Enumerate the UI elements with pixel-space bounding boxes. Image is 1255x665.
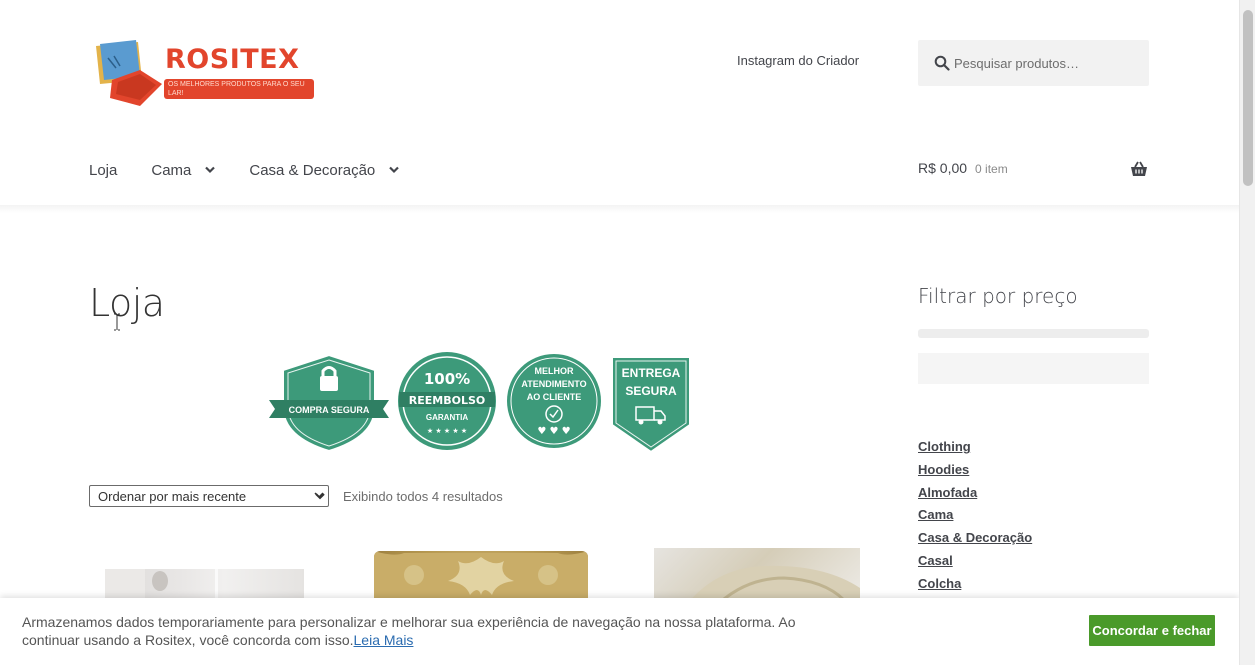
category-link[interactable]: Casa & Decoração — [918, 530, 1032, 545]
badge-text: MELHOR — [535, 366, 574, 376]
instagram-link[interactable]: Instagram do Criador — [737, 53, 859, 68]
atendimento-badge: MELHOR ATENDIMENTO AO CLIENTE ♥ ♥ ♥ — [507, 354, 601, 448]
price-filter-box — [918, 353, 1149, 384]
nav-item-cama[interactable]: Cama — [151, 161, 216, 179]
price-range-slider[interactable] — [918, 329, 1149, 338]
badge-text: AO CLIENTE — [527, 392, 582, 402]
page-scrollbar[interactable] — [1239, 0, 1255, 665]
nav-item-label: Cama — [151, 161, 192, 179]
category-link[interactable]: Colcha — [918, 576, 961, 591]
site-logo[interactable]: ROSITEX OS MELHORES PRODUTOS PARA O SEU … — [90, 40, 320, 110]
product-search — [918, 40, 1149, 86]
trust-badges: COMPRA SEGURA 100% REEMBOLSO GARANTIA ★ … — [269, 352, 691, 454]
price-filter-title: Filtrar por preço — [918, 284, 1078, 308]
scrollbar-thumb[interactable] — [1243, 10, 1253, 186]
cookie-text-wrap: Armazenamos dados temporariamente para p… — [22, 613, 852, 649]
category-link[interactable]: Almofada — [918, 485, 977, 500]
nav-item-label: Loja — [89, 161, 118, 179]
badge-text: GARANTIA — [426, 413, 468, 422]
brand-name: ROSITEX — [165, 44, 300, 75]
category-list: Clothing Hoodies Almofada Cama Casa & De… — [918, 439, 1032, 599]
badge-text: ATENDIMENTO — [521, 379, 586, 389]
category-link[interactable]: Cama — [918, 507, 953, 522]
page-title: Loja — [89, 281, 165, 325]
product-photo — [374, 551, 588, 601]
header-divider — [0, 205, 1239, 213]
list-item: Casal — [918, 553, 1032, 576]
badge-text: REEMBOLSO — [409, 394, 485, 407]
brand-tagline: OS MELHORES PRODUTOS PARA O SEU LAR! — [164, 79, 314, 99]
entrega-segura-badge: ENTREGA SEGURA — [611, 356, 691, 454]
basket-icon[interactable] — [1130, 161, 1148, 177]
category-link[interactable]: Clothing — [918, 439, 971, 454]
chevron-down-icon — [205, 166, 216, 174]
list-item: Colcha — [918, 576, 1032, 599]
list-item: Almofada — [918, 485, 1032, 508]
cart-summary[interactable]: R$ 0,00 0 item — [918, 160, 1008, 176]
nav-item-label: Casa & Decoração — [249, 161, 376, 179]
accept-cookies-button[interactable]: Concordar e fechar — [1089, 615, 1215, 646]
list-item: Clothing — [918, 439, 1032, 462]
badge-text: 100% — [424, 370, 470, 388]
compra-segura-badge: COMPRA SEGURA — [269, 353, 389, 453]
cookie-notice: Armazenamos dados temporariamente para p… — [0, 598, 1239, 665]
svg-text:♥ ♥ ♥: ♥ ♥ ♥ — [537, 426, 570, 437]
nav-item-loja[interactable]: Loja — [89, 162, 117, 179]
sort-select[interactable]: Ordenar por mais recente — [89, 485, 329, 507]
list-item: Casa & Decoração — [918, 530, 1032, 553]
read-more-link[interactable]: Leia Mais — [354, 632, 414, 648]
chevron-down-icon — [389, 166, 400, 174]
badge-text: COMPRA SEGURA — [289, 405, 370, 415]
list-item: Hoodies — [918, 462, 1032, 485]
cart-total: R$ 0,00 — [918, 160, 968, 176]
result-count: Exibindo todos 4 resultados — [343, 489, 503, 504]
product-image[interactable] — [374, 551, 588, 601]
cart-count: 0 item — [975, 162, 1008, 176]
category-link[interactable]: Hoodies — [918, 462, 969, 477]
category-link[interactable]: Casal — [918, 553, 953, 568]
search-icon[interactable] — [934, 55, 950, 71]
pillows-logo-icon — [96, 40, 162, 106]
reembolso-badge: 100% REEMBOLSO GARANTIA ★ ★ ★ ★ ★ — [398, 352, 496, 450]
badge-text: SEGURA — [625, 384, 677, 398]
badge-text: ENTREGA — [622, 366, 681, 380]
nav-item-casa-decoracao[interactable]: Casa & Decoração — [249, 161, 400, 179]
list-item: Cama — [918, 507, 1032, 530]
primary-nav: Loja Cama Casa & Decoração — [89, 159, 433, 181]
svg-text:★ ★ ★ ★ ★: ★ ★ ★ ★ ★ — [427, 427, 467, 435]
text-cursor-icon — [114, 313, 120, 331]
search-input[interactable] — [954, 40, 1144, 86]
